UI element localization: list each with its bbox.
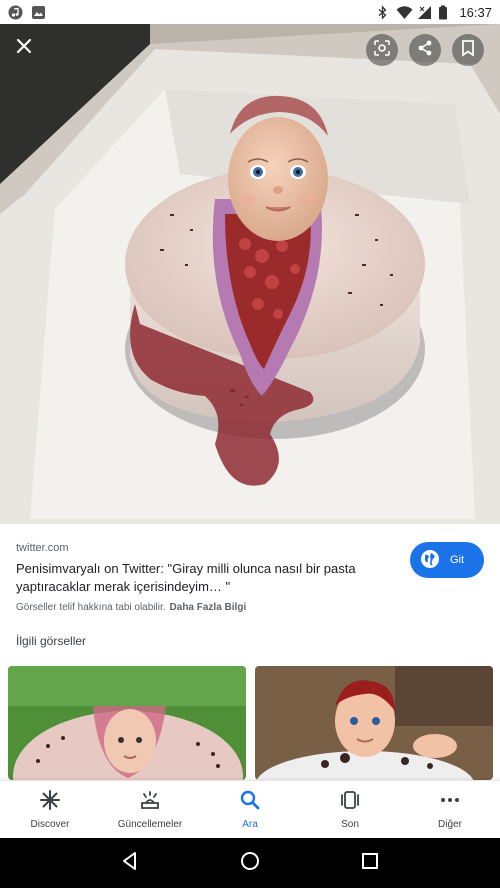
share-icon <box>416 39 434 62</box>
nav-more[interactable]: Diğer <box>400 781 500 838</box>
globe-icon <box>420 549 440 572</box>
status-bar: 16:37 <box>0 0 500 24</box>
result-title[interactable]: Penisimvaryalı on Twitter: "Giray milli … <box>16 560 386 596</box>
visit-button[interactable]: Git <box>410 542 484 578</box>
screen: 16:37 twitter.com Penisimvaryalı on Twit… <box>0 0 500 888</box>
system-navigation-bar <box>0 838 500 888</box>
clock: 16:37 <box>459 4 492 20</box>
system-back-button[interactable] <box>118 851 142 875</box>
gallery-app-icon <box>31 5 46 20</box>
image-details: twitter.com Penisimvaryalı on Twitter: "… <box>0 524 500 780</box>
nav-search[interactable]: Ara <box>200 781 300 838</box>
related-image-1-picture <box>8 666 246 780</box>
related-image-1[interactable] <box>8 666 246 780</box>
asterisk-icon <box>39 789 61 814</box>
share-button[interactable] <box>409 34 441 66</box>
nav-updates-label: Güncellemeler <box>117 819 183 830</box>
bookmark-button[interactable] <box>452 34 484 66</box>
system-home-button[interactable] <box>238 851 262 875</box>
recent-tabs-icon <box>339 789 361 814</box>
more-info-link[interactable]: Daha Fazla Bilgi <box>170 602 247 613</box>
lens-button[interactable] <box>366 34 398 66</box>
nav-recent-label: Son <box>341 819 359 830</box>
recents-icon <box>361 852 379 875</box>
bottom-navigation: Discover Güncellemeler Ara Son Diğer <box>0 780 500 838</box>
copyright-text: Görseller telif hakkına tabi olabilir. <box>16 602 166 613</box>
image-viewer[interactable] <box>0 24 500 524</box>
nav-updates[interactable]: Güncellemeler <box>100 781 200 838</box>
nav-discover-label: Discover <box>30 819 70 830</box>
main-image <box>0 24 500 524</box>
related-images-heading: İlgili görseller <box>16 634 87 648</box>
bluetooth-icon <box>375 4 390 20</box>
visit-label: Git <box>450 554 465 566</box>
nav-recent[interactable]: Son <box>300 781 400 838</box>
home-icon <box>239 850 261 877</box>
search-icon <box>239 789 261 814</box>
nav-discover[interactable]: Discover <box>0 781 100 838</box>
related-image-2[interactable] <box>255 666 493 780</box>
source-domain[interactable]: twitter.com <box>16 542 69 554</box>
music-app-icon <box>8 5 23 20</box>
battery-icon <box>438 5 453 20</box>
signal-icon <box>417 5 432 20</box>
bookmark-icon <box>459 39 477 62</box>
updates-icon <box>139 789 161 814</box>
close-button[interactable] <box>8 32 40 64</box>
system-recents-button[interactable] <box>358 851 382 875</box>
more-icon <box>439 789 461 814</box>
wifi-icon <box>396 5 413 20</box>
lens-icon <box>373 39 391 62</box>
nav-search-label: Ara <box>242 819 258 830</box>
related-image-2-picture <box>255 666 493 780</box>
back-icon <box>120 851 140 876</box>
copyright-notice: Görseller telif hakkına tabi olabilir. Da… <box>16 602 246 613</box>
nav-more-label: Diğer <box>438 819 462 830</box>
close-icon <box>15 37 33 60</box>
